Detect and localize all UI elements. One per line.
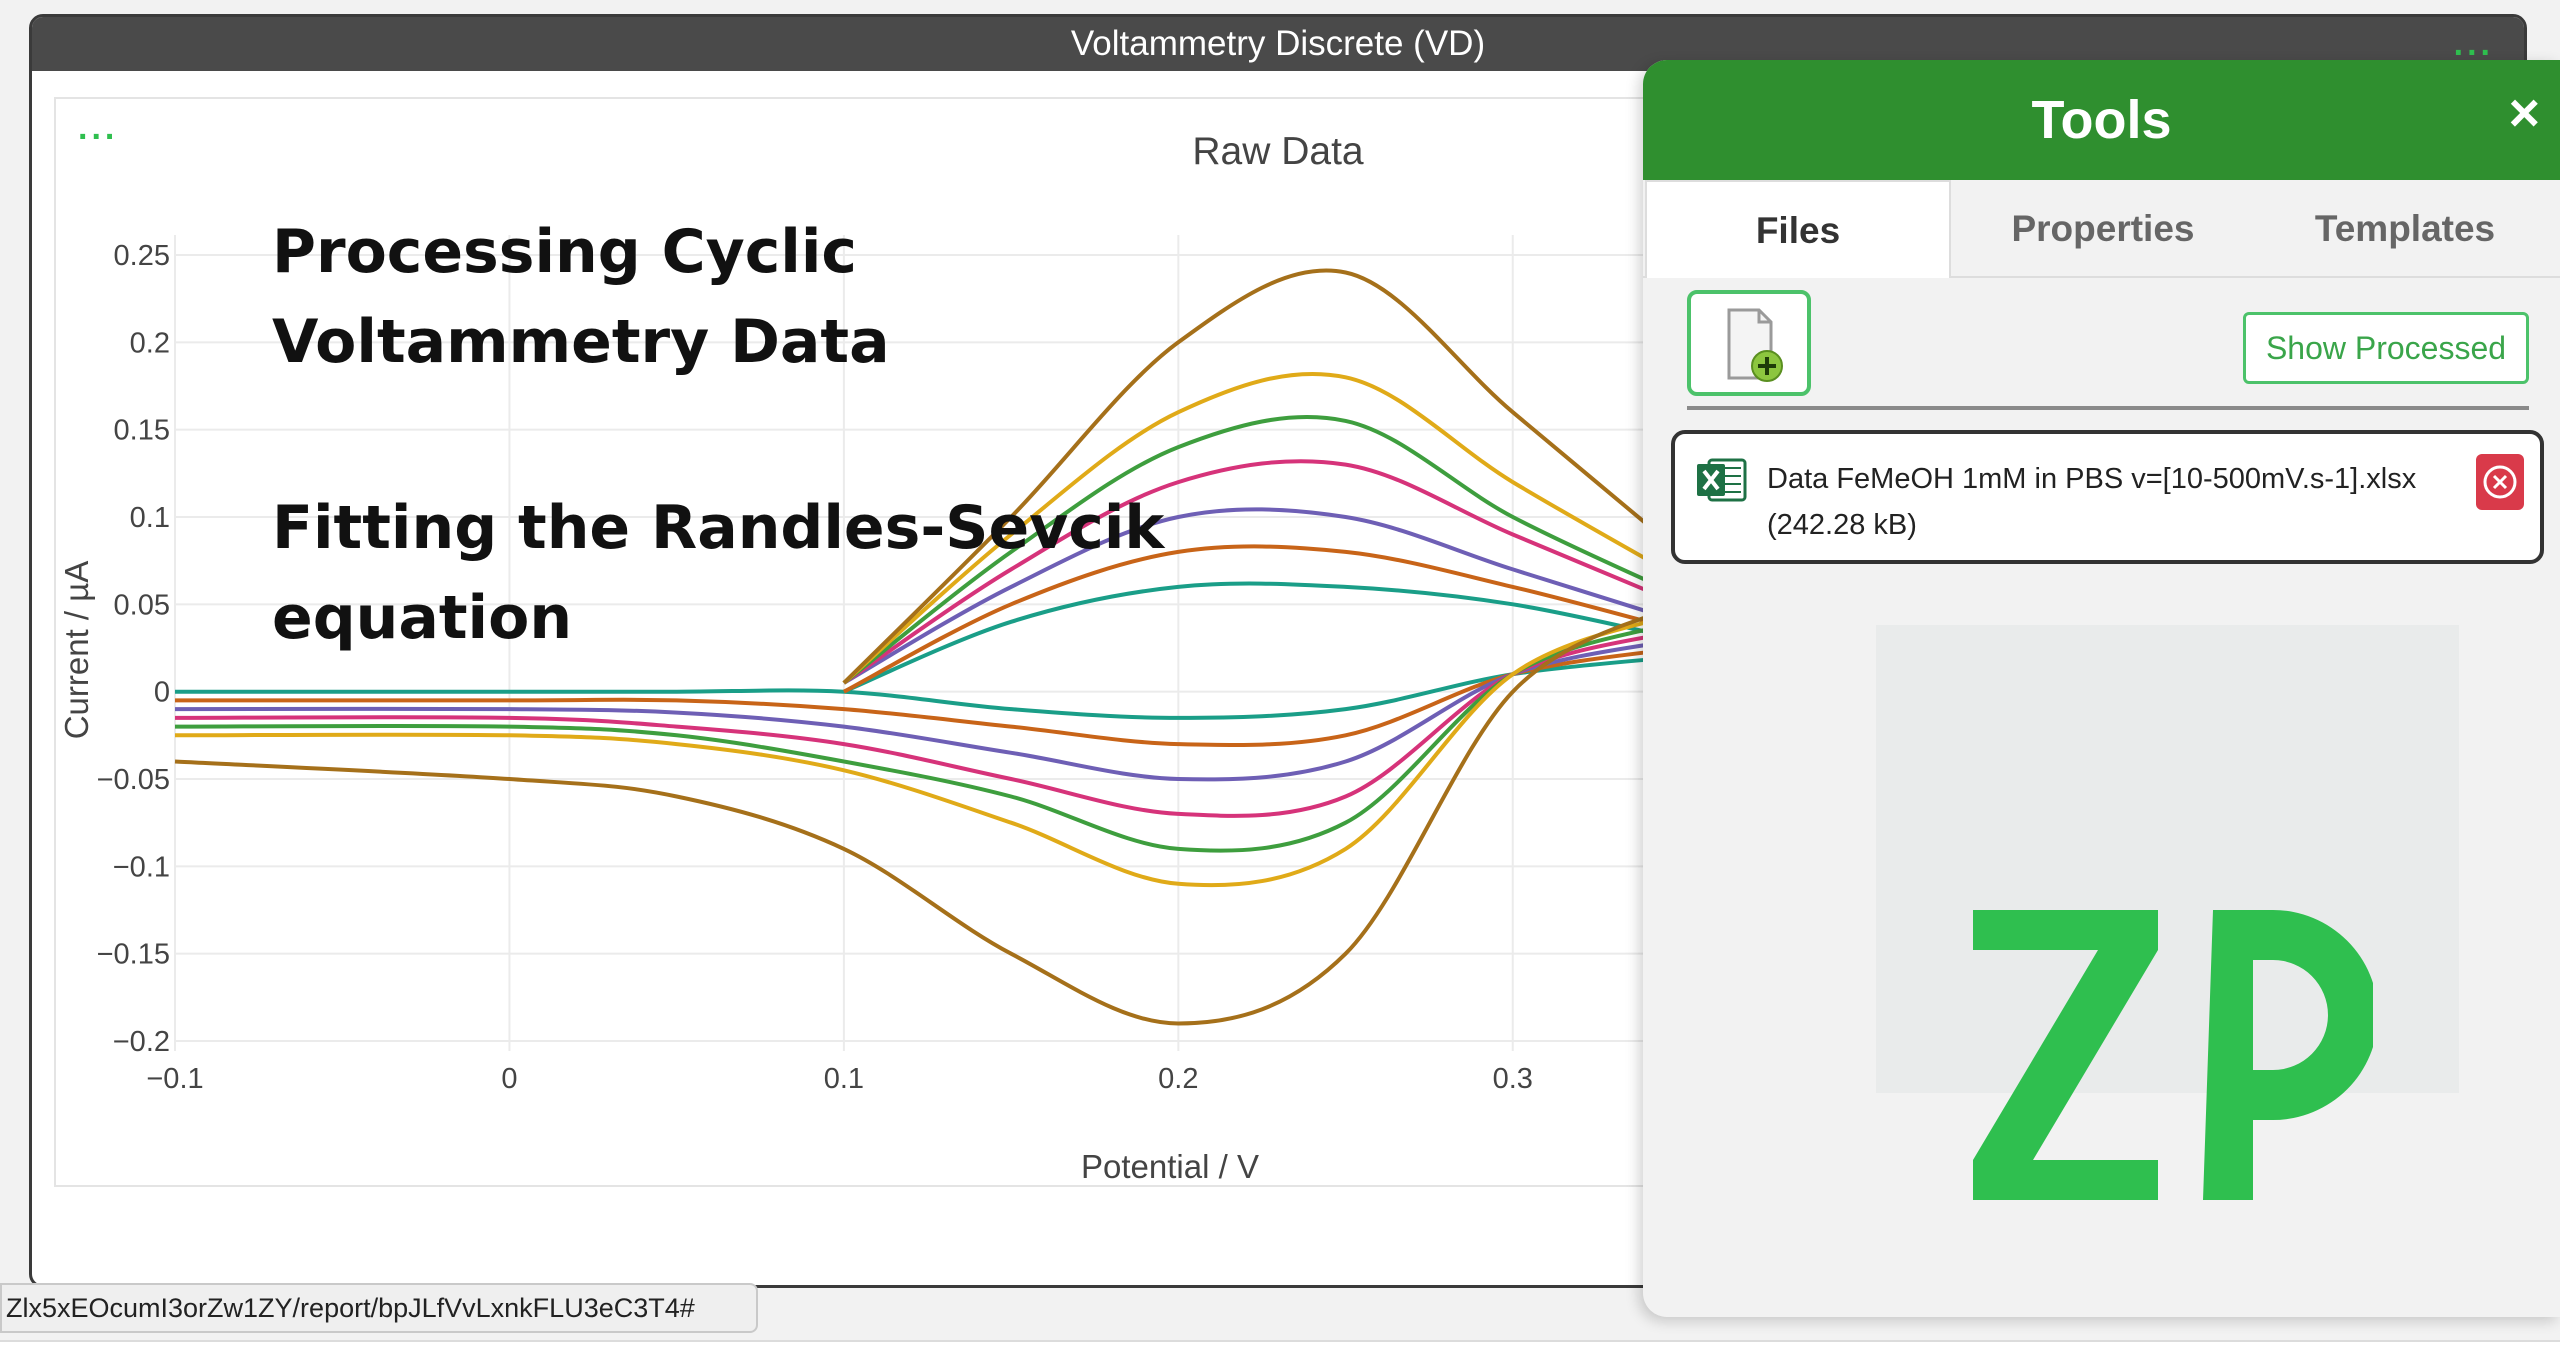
- app-root: Voltammetry Discrete (VD) ... ... Raw Da…: [0, 0, 2560, 1361]
- cv-curve-reverse: [843, 581, 1681, 694]
- y-tick-label: −0.15: [97, 939, 170, 971]
- x-axis-label: Potential / V: [1081, 1148, 1259, 1185]
- excel-icon: [1697, 458, 1747, 502]
- status-url: Zlx5xEOcumI3orZw1ZY/report/bpJLfVvLxnkFL…: [0, 1283, 758, 1333]
- close-icon[interactable]: ×: [2508, 82, 2540, 144]
- divider: [1687, 406, 2529, 410]
- tools-tabs: Files Properties Templates: [1643, 180, 2560, 278]
- remove-icon: [2483, 465, 2517, 499]
- show-processed-button[interactable]: Show Processed: [2243, 312, 2529, 384]
- add-file-icon: [1727, 308, 1783, 382]
- overlay-title-line2: Voltammetry Data: [272, 307, 890, 377]
- add-file-button[interactable]: [1687, 290, 1811, 396]
- x-tick-label: 0: [501, 1063, 517, 1095]
- y-tick-label: −0.05: [97, 764, 170, 796]
- y-tick-label: 0.05: [114, 589, 170, 621]
- tools-title: Tools: [2031, 90, 2172, 150]
- remove-file-button[interactable]: [2476, 454, 2524, 510]
- y-tick-label: 0: [154, 677, 170, 709]
- y-tick-label: 0.2: [130, 327, 170, 359]
- cv-curve-reverse: [842, 268, 1682, 685]
- tab-files[interactable]: Files: [1645, 180, 1951, 278]
- y-tick-label: −0.1: [113, 851, 170, 883]
- x-tick-label: 0.1: [824, 1063, 864, 1095]
- tab-properties[interactable]: Properties: [1953, 180, 2253, 278]
- overlay-subtitle-line2: equation: [272, 583, 573, 653]
- zp-logo: [1973, 910, 2373, 1200]
- overlay-subtitle-line1: Fitting the Randles-Sevcik: [272, 493, 1165, 563]
- y-tick-label: 0.25: [114, 240, 170, 272]
- x-tick-label: −0.1: [146, 1063, 203, 1095]
- y-tick-label: −0.2: [113, 1026, 170, 1058]
- tab-templates[interactable]: Templates: [2255, 180, 2555, 278]
- file-list-item[interactable]: Data FeMeOH 1mM in PBS v=[10-500mV.s-1].…: [1671, 430, 2544, 564]
- x-tick-label: 0.2: [1158, 1063, 1198, 1095]
- bottom-strip: [0, 1340, 2560, 1361]
- tools-panel: Tools × Files Properties Templates Show …: [1643, 60, 2560, 1317]
- file-size: (242.28 kB): [1767, 509, 1917, 541]
- y-axis-label: Current / µA: [58, 561, 95, 740]
- overlay-title-line1: Processing Cyclic: [272, 217, 857, 287]
- file-info: Data FeMeOH 1mM in PBS v=[10-500mV.s-1].…: [1767, 456, 2416, 548]
- y-tick-label: 0.15: [114, 415, 170, 447]
- y-tick-label: 0.1: [130, 502, 170, 534]
- file-name: Data FeMeOH 1mM in PBS v=[10-500mV.s-1].…: [1767, 463, 2417, 495]
- chart-title: Raw Data: [1192, 130, 1364, 173]
- tools-header: Tools: [1643, 60, 2560, 180]
- x-tick-label: 0.3: [1493, 1063, 1533, 1095]
- cv-curve-forward: [174, 602, 1681, 1026]
